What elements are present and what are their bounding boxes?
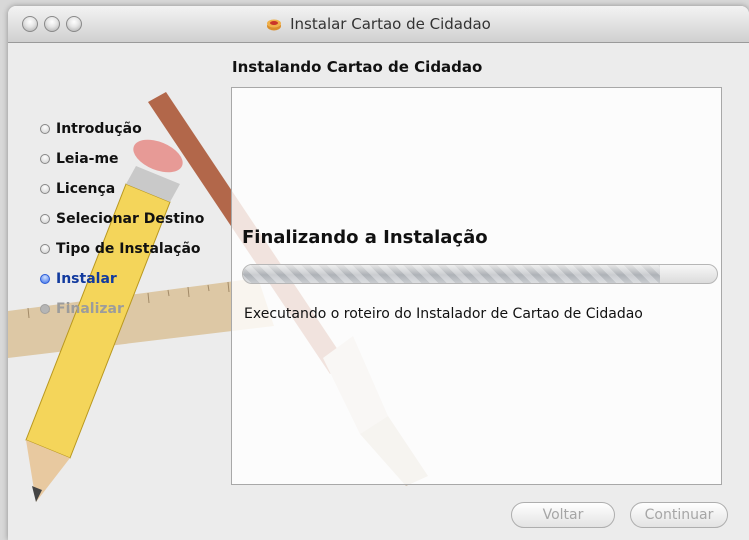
- installation-progress-bar: [242, 264, 718, 284]
- step-bullet-icon: [40, 214, 50, 224]
- step-introducao: Introdução: [40, 114, 204, 144]
- status-detail: Executando o roteiro do Instalador de Ca…: [244, 306, 643, 322]
- step-tipo-de-instalacao: Tipo de Instalação: [40, 234, 204, 264]
- step-bullet-active-icon: [40, 274, 50, 284]
- step-label: Instalar: [56, 271, 117, 287]
- continue-button[interactable]: Continuar: [630, 502, 728, 528]
- step-bullet-pending-icon: [40, 304, 50, 314]
- installation-steps: Introdução Leia-me Licença Selecionar De…: [40, 114, 204, 324]
- step-selecionar-destino: Selecionar Destino: [40, 204, 204, 234]
- step-instalar: Instalar: [40, 264, 204, 294]
- install-content-pane: Finalizando a Instalação Executando o ro…: [231, 87, 722, 485]
- step-label: Licença: [56, 181, 116, 197]
- step-finalizar: Finalizar: [40, 294, 204, 324]
- step-bullet-icon: [40, 184, 50, 194]
- step-label: Leia-me: [56, 151, 119, 167]
- installer-window: Instalar Cartao de Cidadao Instalando Ca…: [8, 6, 749, 540]
- step-bullet-icon: [40, 244, 50, 254]
- step-licenca: Licença: [40, 174, 204, 204]
- status-heading: Finalizando a Instalação: [242, 227, 488, 248]
- step-label: Tipo de Instalação: [56, 241, 201, 257]
- back-button[interactable]: Voltar: [511, 502, 615, 528]
- step-leia-me: Leia-me: [40, 144, 204, 174]
- step-bullet-icon: [40, 154, 50, 164]
- progress-fill: [243, 265, 661, 283]
- step-label: Introdução: [56, 121, 142, 137]
- step-label: Finalizar: [56, 301, 124, 317]
- step-label: Selecionar Destino: [56, 211, 205, 227]
- step-bullet-icon: [40, 124, 50, 134]
